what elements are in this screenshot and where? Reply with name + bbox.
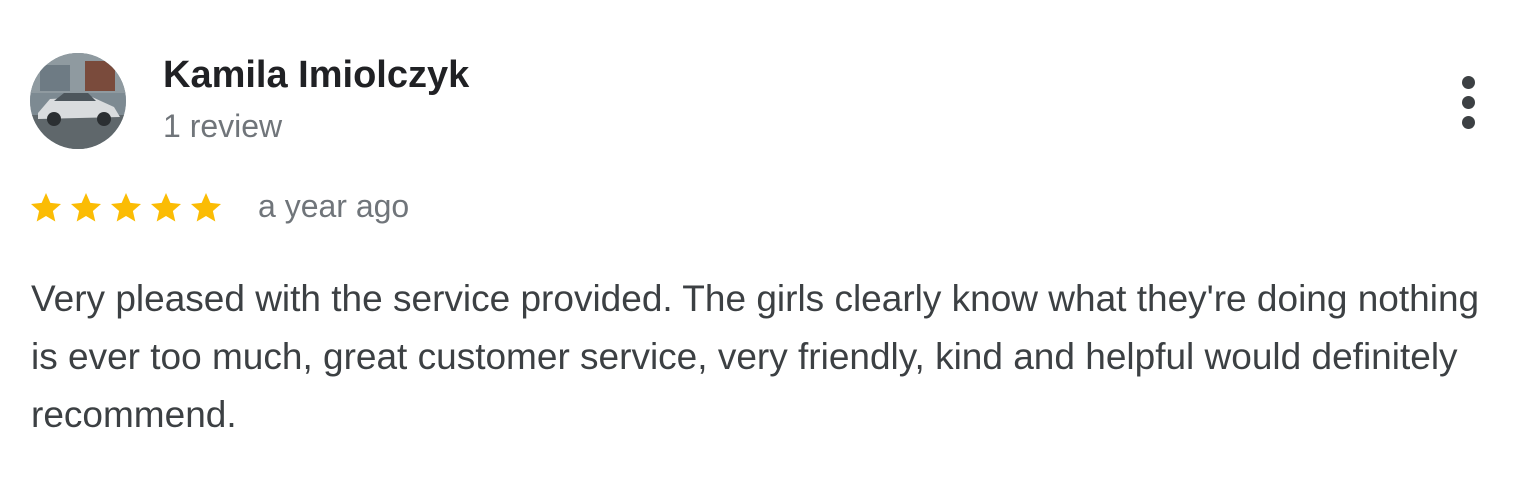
star-icon: [28, 190, 64, 226]
more-vertical-icon: [1461, 75, 1475, 89]
more-options-button[interactable]: [1444, 70, 1492, 134]
avatar-photo-car: [30, 53, 126, 149]
review-date: a year ago: [258, 188, 410, 224]
star-rating: [28, 188, 228, 228]
more-vertical-icon-dot: [1461, 95, 1475, 109]
star-icon: [68, 190, 104, 226]
star-icon: [188, 190, 224, 226]
author-review-count: 1 review: [163, 108, 283, 144]
author-avatar[interactable]: [30, 53, 126, 149]
review-text: Very pleased with the service provided. …: [31, 278, 1480, 435]
author-name[interactable]: Kamila Imiolczyk: [163, 54, 469, 97]
star-icon: [108, 190, 144, 226]
review-card: Kamila Imiolczyk 1 review a year ago Ver…: [0, 0, 1530, 496]
more-vertical-icon-dot: [1461, 115, 1475, 129]
star-icon: [148, 190, 184, 226]
